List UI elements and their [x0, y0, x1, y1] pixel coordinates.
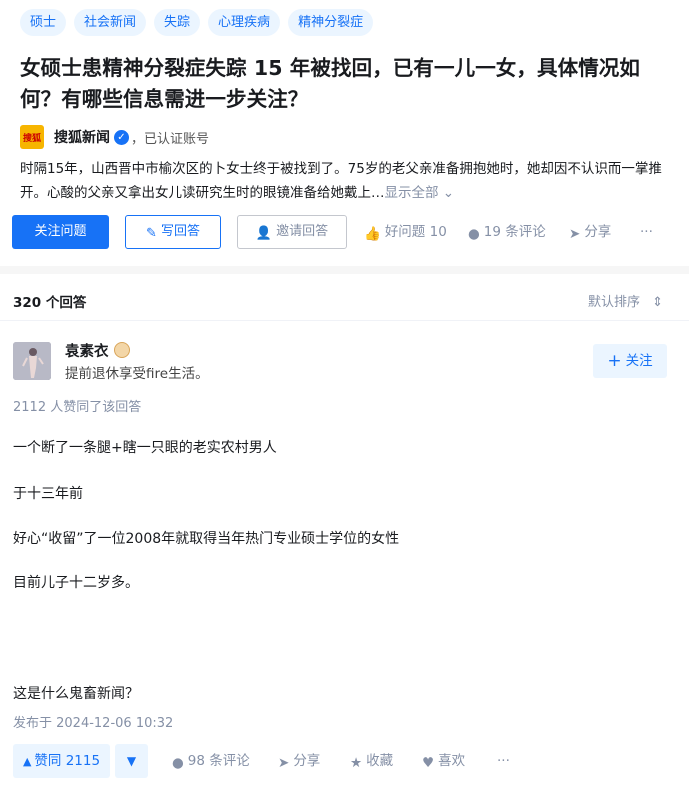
question-card: 硕士 社会新闻 失踪 心理疾病 精神分裂症 女硕士患精神分裂症失踪 15 年被找… [0, 0, 689, 266]
show-all-label: 显示全部 [384, 185, 439, 201]
answers-card: 320 个回答 默认排序 ⇕ 袁素衣 提前退休享受fire生活。 + 关注 211… [0, 274, 689, 789]
likes-summary: 2112 人赞同了该回答 [13, 400, 142, 415]
topic-tag[interactable]: 精神分裂症 [288, 9, 374, 36]
answer-count: 320 个回答 [13, 295, 87, 311]
pencil-icon: ✎ [146, 226, 157, 241]
person-plus-icon: 👤 [255, 226, 273, 241]
description-text: 时隔15年，山西晋中市榆次区的卜女士终于被找到了。75岁的老父亲准备拥抱她时，她… [20, 161, 662, 201]
topic-tag[interactable]: 心理疾病 [208, 9, 281, 36]
like-button[interactable]: ♥ 喜欢 [422, 744, 465, 778]
thumb-up-icon: 👍 [364, 226, 381, 242]
answer-more-button[interactable]: ··· [497, 744, 510, 778]
answer-share-label: 分享 [293, 753, 321, 769]
upvote-button[interactable]: ▲ 赞同 2115 [13, 744, 110, 778]
badge-icon [114, 342, 130, 358]
share-icon: ➤ [278, 755, 290, 771]
verified-icon: ✓ [114, 129, 129, 145]
source-logo[interactable]: 搜狐 [20, 125, 44, 149]
answer-paragraph: 于十三年前 [13, 486, 83, 502]
answer-comments-label: 98 条评论 [187, 753, 250, 769]
avatar[interactable] [13, 342, 51, 380]
share-button[interactable]: ➤ 分享 [569, 215, 611, 249]
answer-comments-button[interactable]: ● 98 条评论 [172, 744, 250, 778]
source-name[interactable]: 搜狐新闻 [54, 127, 110, 147]
write-answer-button[interactable]: ✎ 写回答 [125, 215, 221, 249]
publish-time[interactable]: 发布于 2024-12-06 10:32 [13, 712, 173, 731]
answer-paragraph: 一个断了一条腿+瞎一只眼的老实农村男人 [13, 440, 277, 456]
share-label: 分享 [584, 224, 612, 240]
collect-label: 收藏 [366, 753, 394, 769]
answer-paragraph: 这是什么鬼畜新闻？ [13, 686, 139, 702]
plus-icon: + [607, 351, 622, 371]
star-icon: ★ [350, 755, 363, 771]
downvote-button[interactable]: ▼ [115, 744, 148, 778]
source-logo-text: 搜狐 [22, 133, 41, 144]
write-answer-label: 写回答 [160, 224, 200, 239]
triangle-up-icon: ▲ [22, 755, 32, 768]
like-label: 喜欢 [438, 753, 466, 769]
author-bio: 提前退休享受fire生活。 [65, 366, 209, 382]
comments-button[interactable]: ● 19 条评论 [468, 215, 546, 249]
topic-tag[interactable]: 硕士 [20, 9, 67, 36]
sort-label: 默认排序 [587, 295, 640, 310]
comment-icon: ● [468, 226, 480, 242]
follow-author-label: 关注 [625, 353, 653, 369]
answer-paragraph: 好心“收留”了一位2008年就取得当年热门专业硕士学位的女性 [13, 531, 400, 547]
invite-answer-button[interactable]: 👤 邀请回答 [237, 215, 347, 249]
good-question-button[interactable]: 👍 好问题 10 [364, 215, 447, 249]
sort-selector[interactable]: 默认排序 ⇕ [588, 291, 663, 310]
topic-tag[interactable]: 社会新闻 [74, 9, 147, 36]
follow-author-button[interactable]: + 关注 [593, 344, 667, 378]
invite-answer-label: 邀请回答 [276, 224, 329, 239]
share-icon: ➤ [569, 226, 581, 242]
topic-tags: 硕士 社会新闻 失踪 心理疾病 精神分裂症 [20, 9, 374, 36]
question-title[interactable]: 女硕士患精神分裂症失踪 15 年被找回，已有一儿一女，具体情况如何？有哪些信息需… [20, 53, 675, 115]
question-actions: 关注问题 ✎ 写回答 👤 邀请回答 👍 好问题 10 ● 19 条评论 ➤ 分享 ··· [12, 215, 682, 249]
avatar-image [13, 342, 51, 380]
chevron-down-icon: ⌄ [442, 185, 455, 201]
comments-label: 19 条评论 [483, 224, 546, 240]
question-description: 时隔15年，山西晋中市榆次区的卜女士终于被找到了。75岁的老父亲准备拥抱她时，她… [20, 157, 680, 205]
author-name[interactable]: 袁素衣 [65, 340, 109, 361]
upvote-label: 赞同 2115 [34, 753, 101, 769]
question-source: 搜狐 搜狐新闻 ✓ ，已认证账号 [20, 125, 209, 149]
answer-share-button[interactable]: ➤ 分享 [278, 744, 320, 778]
topic-tag[interactable]: 失踪 [154, 9, 201, 36]
more-button[interactable]: ··· [640, 215, 653, 249]
follow-question-button[interactable]: 关注问题 [12, 215, 109, 249]
heart-icon: ♥ [422, 755, 435, 771]
comment-icon: ● [172, 755, 184, 771]
answer-paragraph: 目前儿子十二岁多。 [13, 575, 139, 591]
sort-toggle-icon: ⇕ [652, 295, 663, 310]
verified-text: ，已认证账号 [131, 131, 210, 147]
good-question-label: 好问题 10 [384, 224, 447, 240]
collect-button[interactable]: ★ 收藏 [350, 744, 393, 778]
show-all-link[interactable]: 显示全部 ⌄ [385, 185, 455, 201]
divider [0, 320, 689, 321]
